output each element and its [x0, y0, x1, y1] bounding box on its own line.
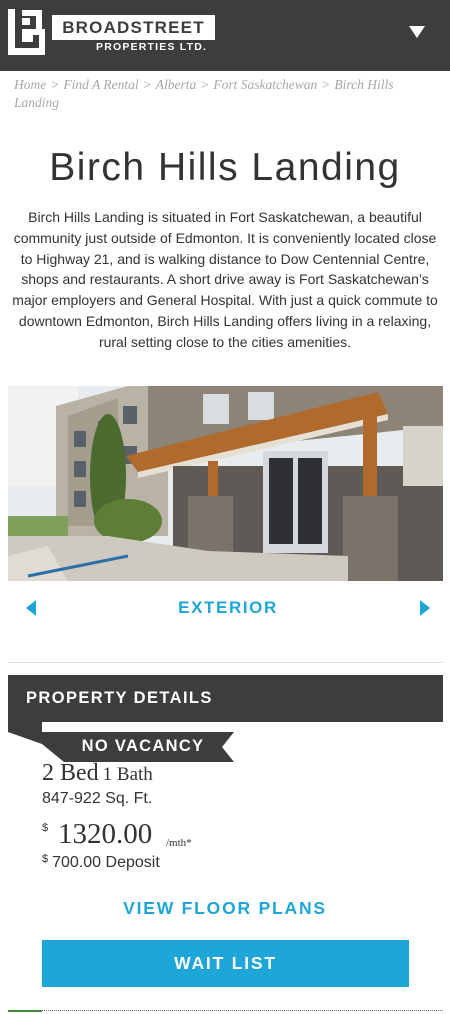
vacancy-ribbon: NO VACANCY: [8, 722, 236, 762]
page-title: Birch Hills Landing: [49, 146, 401, 189]
section-divider: [8, 662, 443, 663]
brand-subtitle: PROPERTIES LTD.: [96, 41, 208, 53]
wait-list-button[interactable]: WAIT LIST: [42, 940, 409, 987]
bed-bath-count: 2 Bed 1 Bath: [42, 760, 153, 787]
price-amount: 1320.00: [58, 818, 153, 850]
gallery-caption: EXTERIOR: [178, 598, 278, 617]
property-photo: [8, 386, 443, 581]
breadcrumb-alberta[interactable]: Alberta: [156, 77, 197, 92]
bed-count: 2 Bed: [42, 760, 99, 786]
deposit-amount: 700.00 Deposit: [52, 854, 160, 871]
breadcrumb-separator: >: [200, 77, 210, 92]
breadcrumb-separator: >: [50, 77, 60, 92]
chevron-down-icon[interactable]: [404, 20, 430, 44]
breadcrumb: Home > Find A Rental > Alberta > Fort Saskatch…: [14, 76, 434, 112]
site-header: BROADSTREET PROPERTIES LTD.: [0, 0, 450, 71]
property-details-header: PROPERTY DETAILS: [8, 675, 443, 722]
bs-monogram-logo[interactable]: [8, 9, 46, 55]
property-description: Birch Hills Landing is situated in Fort …: [12, 209, 438, 350]
price-unit: /mth*: [166, 837, 192, 849]
breadcrumb-home[interactable]: Home: [14, 77, 46, 92]
caret-right-icon[interactable]: [414, 597, 434, 619]
breadcrumb-find-a-rental[interactable]: Find A Rental: [63, 77, 138, 92]
property-details-title: PROPERTY DETAILS: [26, 689, 213, 707]
deposit-currency-symbol: $: [42, 853, 49, 865]
currency-symbol: $: [42, 822, 49, 834]
brand-name: BROADSTREET: [62, 18, 205, 37]
vacancy-status: NO VACANCY: [81, 737, 205, 755]
breadcrumb-separator: >: [321, 77, 331, 92]
square-footage: 847-922 Sq. Ft.: [42, 790, 153, 807]
footer-divider: [8, 1010, 443, 1011]
view-floor-plans-link[interactable]: VIEW FLOOR PLANS: [0, 896, 450, 920]
brand-wordmark[interactable]: BROADSTREET: [52, 15, 215, 40]
breadcrumb-fort-saskatchewan[interactable]: Fort Saskatchewan: [213, 77, 317, 92]
bath-count: 1 Bath: [102, 764, 153, 785]
deposit: $700.00 Deposit: [42, 853, 160, 872]
breadcrumb-separator: >: [142, 77, 152, 92]
footer-accent: [8, 1010, 42, 1012]
